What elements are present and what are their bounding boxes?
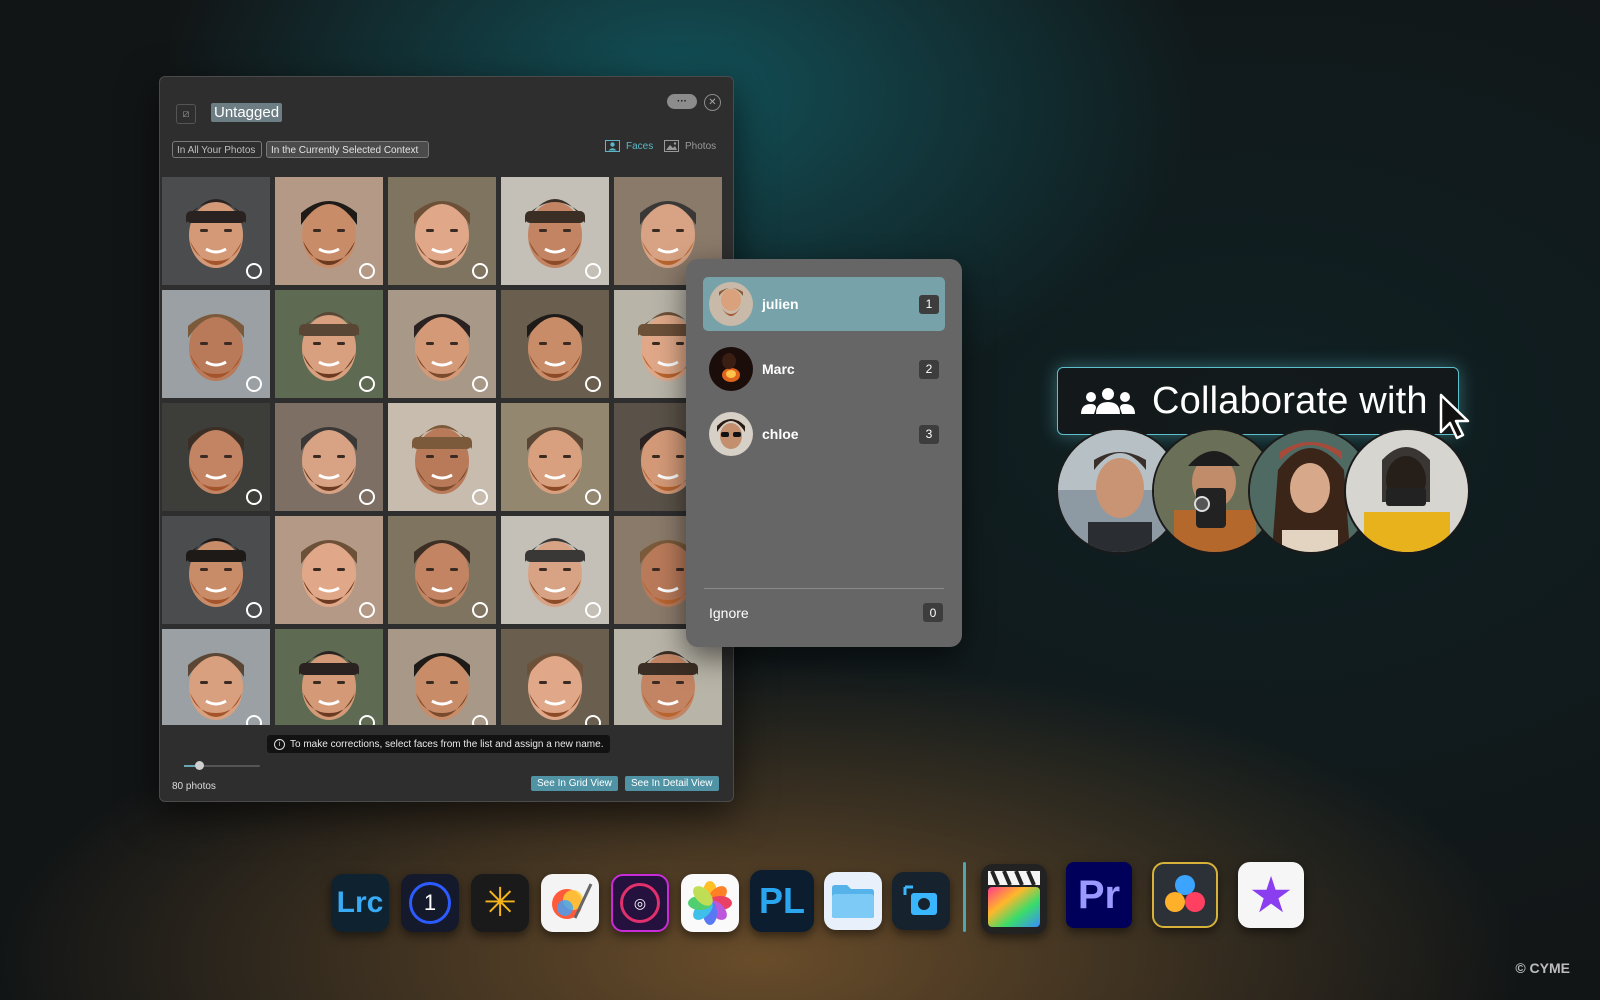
face-thumbnail[interactable] bbox=[388, 290, 496, 398]
select-checkbox[interactable] bbox=[472, 376, 488, 392]
select-checkbox[interactable] bbox=[585, 376, 601, 392]
select-checkbox[interactable] bbox=[246, 376, 262, 392]
collaborate-label: Collaborate with bbox=[1152, 379, 1428, 422]
face-thumbnail[interactable] bbox=[275, 177, 383, 285]
person-item-chloe[interactable]: chloe 3 bbox=[703, 407, 945, 461]
face-thumbnail[interactable] bbox=[162, 403, 270, 511]
final-cut-pro-app-icon[interactable] bbox=[981, 864, 1047, 934]
person-item-julien[interactable]: julien 1 bbox=[703, 277, 945, 331]
face-thumbnail[interactable] bbox=[501, 290, 609, 398]
luminar-app-icon[interactable]: ✳ bbox=[471, 874, 529, 932]
face-thumbnail[interactable] bbox=[162, 516, 270, 624]
image-icon bbox=[664, 140, 679, 152]
select-checkbox[interactable] bbox=[585, 263, 601, 279]
dxo-photolab-app-icon[interactable]: PL bbox=[750, 870, 814, 932]
pixelmator-pro-app-icon[interactable] bbox=[541, 874, 599, 932]
collaborate-with-button[interactable]: Collaborate with bbox=[1057, 367, 1459, 435]
scope-all-photos-button[interactable]: In All Your Photos bbox=[172, 141, 262, 158]
copyright-label: © CYME bbox=[1515, 960, 1570, 976]
select-checkbox[interactable] bbox=[359, 715, 375, 725]
person-name: Marc bbox=[762, 361, 795, 377]
select-checkbox[interactable] bbox=[359, 489, 375, 505]
more-options-button[interactable]: ··· bbox=[667, 94, 697, 109]
face-thumbnail[interactable] bbox=[501, 629, 609, 725]
select-checkbox[interactable] bbox=[585, 602, 601, 618]
select-checkbox[interactable] bbox=[359, 263, 375, 279]
face-thumbnail[interactable] bbox=[162, 177, 270, 285]
panel-title[interactable]: Untagged bbox=[211, 103, 283, 122]
camera-raw-app-icon[interactable]: ◎ bbox=[611, 874, 669, 932]
shortcut-key: 3 bbox=[919, 424, 939, 444]
premiere-pro-app-icon[interactable]: Pr bbox=[1066, 862, 1132, 928]
capture-one-app-icon[interactable]: 1 bbox=[401, 874, 459, 932]
avatar bbox=[709, 347, 753, 391]
face-thumbnail[interactable] bbox=[501, 516, 609, 624]
shortcut-key: 2 bbox=[919, 359, 939, 379]
face-thumbnail[interactable] bbox=[388, 629, 496, 725]
face-thumbnail[interactable] bbox=[388, 516, 496, 624]
face-thumbnail[interactable] bbox=[275, 290, 383, 398]
ignore-label: Ignore bbox=[709, 604, 749, 621]
lightroom-classic-app-icon[interactable]: Lrc bbox=[331, 874, 389, 932]
face-thumbnail[interactable] bbox=[388, 177, 496, 285]
face-thumbnail[interactable] bbox=[275, 403, 383, 511]
select-checkbox[interactable] bbox=[472, 602, 488, 618]
shortcut-key: 1 bbox=[919, 294, 939, 314]
face-thumbnail[interactable] bbox=[162, 629, 270, 725]
collaborator-avatar[interactable] bbox=[1344, 428, 1470, 554]
see-in-detail-view-button[interactable]: See In Detail View bbox=[625, 776, 719, 791]
assign-person-menu: julien 1 Marc 2 chloe 3 Ignore 0 bbox=[686, 259, 962, 647]
face-thumbnail[interactable] bbox=[162, 290, 270, 398]
see-in-grid-view-button[interactable]: See In Grid View bbox=[531, 776, 618, 791]
close-button[interactable]: ✕ bbox=[704, 94, 721, 111]
tab-photos-label: Photos bbox=[685, 140, 717, 152]
select-checkbox[interactable] bbox=[472, 489, 488, 505]
faces-grid bbox=[160, 177, 722, 725]
tab-photos[interactable]: Photos bbox=[664, 140, 716, 152]
face-thumbnail[interactable] bbox=[388, 403, 496, 511]
select-checkbox[interactable] bbox=[472, 715, 488, 725]
hint-tooltip: i To make corrections, select faces from… bbox=[267, 735, 611, 753]
select-checkbox[interactable] bbox=[246, 489, 262, 505]
dock-separator bbox=[963, 862, 966, 932]
thumbnail-size-slider[interactable] bbox=[184, 761, 260, 770]
face-thumbnail[interactable] bbox=[275, 516, 383, 624]
person-name: chloe bbox=[762, 426, 799, 442]
select-checkbox[interactable] bbox=[246, 715, 262, 725]
select-checkbox[interactable] bbox=[359, 376, 375, 392]
select-checkbox[interactable] bbox=[246, 602, 262, 618]
scope-current-context-button[interactable]: In the Currently Selected Context bbox=[266, 141, 429, 158]
tab-faces-label: Faces bbox=[626, 140, 654, 152]
people-group-icon bbox=[1081, 388, 1135, 414]
hint-text: To make corrections, select faces from t… bbox=[290, 738, 604, 750]
imovie-app-icon[interactable]: ★ bbox=[1238, 862, 1304, 928]
person-name: julien bbox=[762, 296, 799, 312]
select-checkbox[interactable] bbox=[585, 715, 601, 725]
screenshot-app-icon[interactable] bbox=[892, 872, 950, 930]
shortcut-key: 0 bbox=[923, 603, 943, 622]
person-icon bbox=[605, 140, 620, 152]
face-thumbnail[interactable] bbox=[501, 177, 609, 285]
person-item-marc[interactable]: Marc 2 bbox=[703, 342, 945, 396]
avatar bbox=[709, 282, 753, 326]
photo-count: 80 photos bbox=[172, 781, 216, 792]
ignore-item[interactable]: Ignore 0 bbox=[709, 603, 943, 622]
menu-divider bbox=[704, 588, 944, 589]
slider-knob[interactable] bbox=[195, 761, 205, 770]
select-checkbox[interactable] bbox=[472, 263, 488, 279]
davinci-resolve-app-icon[interactable] bbox=[1152, 862, 1218, 928]
folder-app-icon[interactable] bbox=[824, 872, 882, 930]
face-thumbnail[interactable] bbox=[275, 629, 383, 725]
tab-faces[interactable]: Faces bbox=[605, 140, 653, 152]
info-icon: i bbox=[274, 738, 285, 750]
select-checkbox[interactable] bbox=[246, 263, 262, 279]
select-checkbox[interactable] bbox=[359, 602, 375, 618]
untagged-faces-panel: ⧄ Untagged ··· ✕ In All Your Photos In t… bbox=[159, 76, 734, 802]
tag-icon[interactable]: ⧄ bbox=[176, 104, 196, 124]
photos-app-icon[interactable] bbox=[681, 874, 739, 932]
select-checkbox[interactable] bbox=[585, 489, 601, 505]
mouse-cursor-icon bbox=[1439, 393, 1470, 440]
avatar bbox=[709, 412, 753, 456]
face-thumbnail[interactable] bbox=[501, 403, 609, 511]
